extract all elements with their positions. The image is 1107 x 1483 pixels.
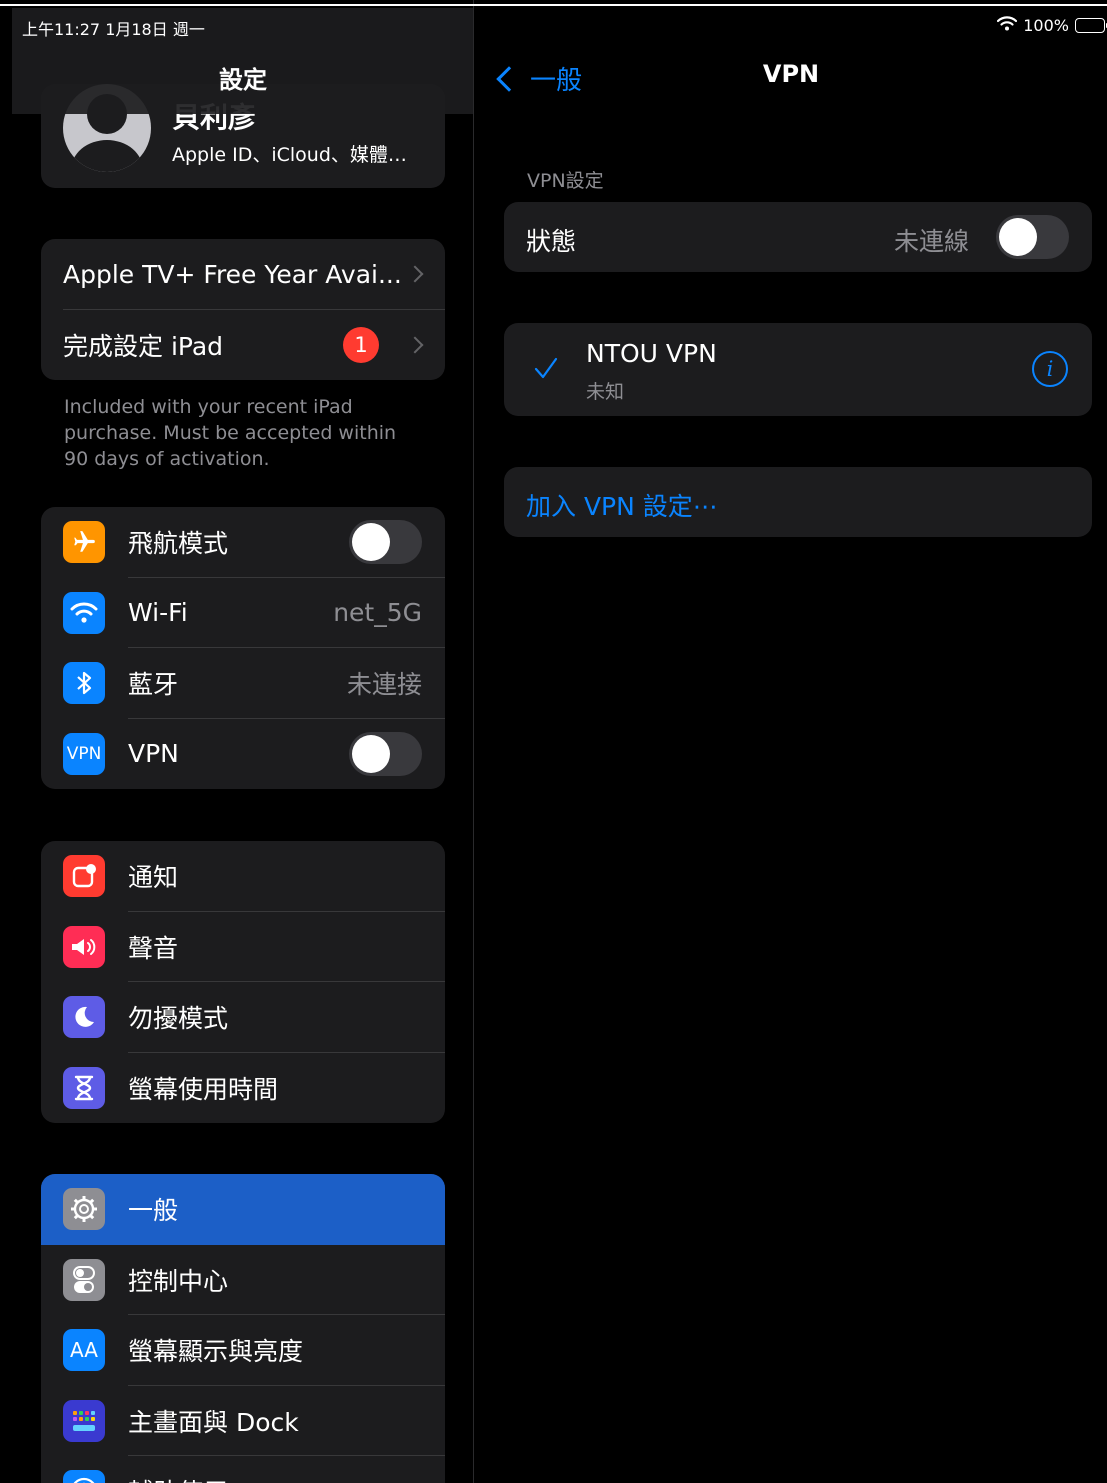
apple-tv-offer-label: Apple TV+ Free Year Avai... — [63, 259, 402, 289]
apple-tv-offer-row[interactable]: Apple TV+ Free Year Avai... — [41, 239, 445, 310]
sidebar-item-vpn[interactable]: VPN VPN — [41, 719, 445, 790]
accessibility-icon — [63, 1470, 105, 1483]
vpn-toggle[interactable] — [349, 731, 422, 776]
page-title: 設定 — [219, 66, 267, 94]
control-center-label: 控制中心 — [128, 1266, 229, 1296]
sidebar-item-general[interactable]: 一般 — [41, 1174, 445, 1245]
vpn-label: VPN — [128, 739, 179, 769]
connectivity-group: 飛航模式 Wi-Fi net_5G 藍牙 未連接 VPN VPN — [41, 507, 445, 789]
switches-icon — [63, 1258, 105, 1301]
status-time: 上午11:27 1月18日 週一 — [22, 20, 205, 39]
vpn-config-name: NTOU VPN — [586, 339, 717, 368]
sidebar-item-display-brightness[interactable]: AA 螢幕顯示與亮度 — [41, 1315, 445, 1386]
home-screen-dock-label: 主畫面與 Dock — [128, 1407, 299, 1437]
vpn-detail-pane: 一般 VPN VPN設定 狀態 未連線 NTOU VPN 未知 i 加入 VPN… — [475, 0, 1107, 1483]
text-size-icon: AA — [63, 1329, 105, 1372]
sidebar-item-airplane-mode[interactable]: 飛航模式 — [41, 507, 445, 578]
sidebar-item-home-screen-dock[interactable]: 主畫面與 Dock — [41, 1386, 445, 1456]
vpn-icon: VPN — [63, 732, 105, 775]
add-vpn-config-link: 加入 VPN 設定⋯ — [526, 492, 718, 521]
status-indicators: 100% — [997, 16, 1107, 35]
chevron-right-icon — [406, 265, 424, 283]
finish-setup-row[interactable]: 完成設定 iPad 1 — [41, 310, 445, 381]
screenshot-border — [0, 4, 1107, 6]
vpn-status-toggle[interactable] — [996, 215, 1069, 259]
airplane-mode-toggle[interactable] — [349, 520, 422, 565]
bluetooth-icon — [63, 662, 105, 705]
wifi-label: Wi-Fi — [128, 598, 188, 628]
sidebar-item-control-center[interactable]: 控制中心 — [41, 1245, 445, 1315]
status-label: 狀態 — [526, 227, 577, 256]
wifi-network-value: net_5G — [333, 598, 422, 628]
status-bar: 上午11:27 1月18日 週一 100% — [0, 8, 1107, 42]
do-not-disturb-label: 勿擾模式 — [128, 1004, 229, 1034]
section-header: VPN設定 — [527, 170, 604, 192]
sidebar-item-wifi[interactable]: Wi-Fi net_5G — [41, 578, 445, 648]
sidebar-item-bluetooth[interactable]: 藍牙 未連接 — [41, 648, 445, 719]
speaker-icon — [63, 925, 105, 968]
sidebar-item-accessibility[interactable]: 輔助使用 — [41, 1456, 445, 1483]
moon-icon — [63, 996, 105, 1039]
promo-footnote: Included with your recent iPad purchase.… — [64, 396, 397, 470]
bluetooth-label: 藍牙 — [128, 670, 179, 700]
display-brightness-label: 螢幕顯示與亮度 — [128, 1337, 304, 1367]
sounds-label: 聲音 — [128, 933, 179, 963]
screen-time-label: 螢幕使用時間 — [128, 1074, 279, 1104]
notifications-group: 通知 聲音 勿擾模式 螢幕使用時間 — [41, 841, 445, 1123]
accessibility-label: 輔助使用 — [128, 1473, 228, 1483]
notification-badge: 1 — [343, 326, 379, 363]
vpn-config-status: 未知 — [586, 381, 625, 403]
checkmark-icon — [534, 357, 558, 383]
add-vpn-row[interactable]: 加入 VPN 設定⋯ — [504, 467, 1092, 537]
ipad-screen: 貝利彥 Apple ID、iCloud、媒體… Apple TV+ Free Y… — [0, 0, 1107, 1483]
sidebar-item-do-not-disturb[interactable]: 勿擾模式 — [41, 982, 445, 1053]
wifi-icon — [63, 591, 105, 634]
hourglass-icon — [63, 1066, 105, 1109]
airplane-icon — [63, 521, 105, 564]
notifications-label: 通知 — [128, 863, 179, 893]
chevron-right-icon — [406, 336, 424, 354]
notification-icon — [63, 855, 105, 898]
connection-status-value: 未連線 — [893, 227, 969, 256]
battery-icon — [1075, 18, 1107, 33]
airplane-mode-label: 飛航模式 — [128, 529, 229, 559]
bluetooth-status-value: 未連接 — [346, 670, 422, 700]
detail-title: VPN — [762, 60, 820, 88]
promo-group: Apple TV+ Free Year Avai... 完成設定 iPad 1 — [41, 239, 445, 380]
wifi-signal-icon — [997, 16, 1018, 35]
gear-icon — [63, 1188, 105, 1231]
profile-subtitle: Apple ID、iCloud、媒體… — [172, 144, 407, 166]
battery-percentage: 100% — [1023, 16, 1069, 35]
general-group: 一般 控制中心 AA 螢幕顯示與亮度 主畫面與 Dock — [41, 1174, 445, 1483]
vpn-config-row[interactable]: NTOU VPN 未知 i — [504, 323, 1092, 416]
sidebar-item-notifications[interactable]: 通知 — [41, 841, 445, 912]
settings-sidebar: 貝利彥 Apple ID、iCloud、媒體… Apple TV+ Free Y… — [0, 0, 474, 1483]
home-grid-icon — [63, 1399, 105, 1442]
finish-setup-label: 完成設定 iPad — [63, 331, 224, 361]
vpn-status-group: 狀態 未連線 — [504, 202, 1092, 272]
sidebar-item-sounds[interactable]: 聲音 — [41, 912, 445, 982]
sidebar-item-screen-time[interactable]: 螢幕使用時間 — [41, 1053, 445, 1124]
general-label: 一般 — [128, 1196, 179, 1226]
info-icon[interactable]: i — [1032, 351, 1068, 387]
